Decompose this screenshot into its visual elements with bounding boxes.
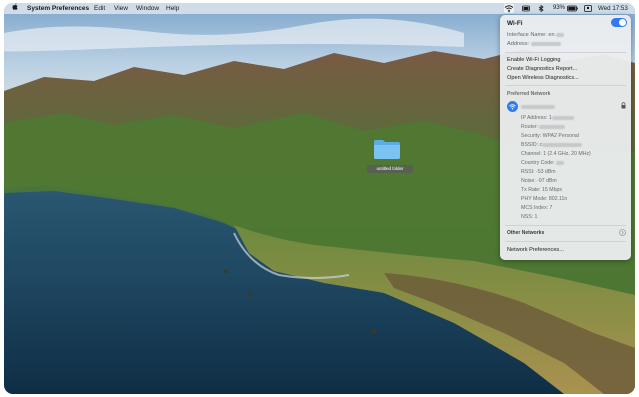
open-wireless-diagnostics[interactable]: Open Wireless Diagnostics... (507, 75, 579, 81)
address: Address: (507, 41, 561, 47)
detail-channel: Channel: 1 (2.4 GHz, 20 MHz) (521, 151, 591, 157)
separator (505, 241, 626, 242)
menu-app-name[interactable]: System Preferences (27, 3, 89, 14)
network-wifi-icon (507, 101, 518, 112)
create-diagnostics-report[interactable]: Create Diagnostics Report... (507, 66, 577, 72)
desktop-screen: System Preferences Edit View Window Help… (4, 3, 635, 394)
bluetooth-icon[interactable] (538, 4, 546, 13)
wifi-dropdown-menu: Wi-Fi Interface Name: en Address: Enable… (500, 15, 631, 260)
detail-text: Country Code: (521, 160, 555, 166)
detail-router: Router: (521, 124, 566, 130)
wifi-status-icon[interactable] (504, 4, 514, 13)
control-strip-icon[interactable] (522, 5, 530, 12)
detail-security: Security: WPA2 Personal (521, 133, 579, 139)
detail-text: BSSID: c (521, 142, 543, 148)
detail-text: Router: (521, 124, 539, 130)
interface-name: Interface Name: en (507, 32, 565, 38)
preferred-network-header: Preferred Network (507, 91, 551, 97)
menu-bar: System Preferences Edit View Window Help… (4, 3, 635, 14)
other-networks[interactable]: Other Networks (507, 230, 544, 236)
battery-icon[interactable] (567, 5, 578, 12)
chevron-right-icon[interactable] (619, 229, 626, 238)
user-switch-icon[interactable] (584, 5, 592, 12)
wifi-toggle-knob (619, 19, 626, 26)
interface-name-label: Interface Name: en (507, 32, 555, 38)
network-preferences[interactable]: Network Preferences... (507, 247, 564, 253)
wifi-toggle[interactable] (611, 18, 627, 27)
separator (505, 85, 626, 86)
detail-rssi: RSSI: -53 dBm (521, 169, 556, 175)
detail-nss: NSS: 1 (521, 214, 538, 220)
menu-help[interactable]: Help (166, 3, 179, 14)
separator (505, 52, 626, 53)
battery-percent: 93% (553, 5, 566, 11)
enable-wifi-logging[interactable]: Enable Wi-Fi Logging (507, 57, 560, 63)
folder-label[interactable]: untitled folder (367, 165, 413, 173)
detail-ip-address: IP Address: 1 (521, 115, 574, 121)
lock-icon (621, 102, 626, 111)
wifi-menu-title: Wi-Fi (507, 20, 523, 27)
menu-window[interactable]: Window (136, 3, 159, 14)
clock[interactable]: Wed 17:53 (598, 3, 628, 14)
detail-noise: Noise: -97 dBm (521, 178, 557, 184)
detail-phy-mode: PHY Mode: 802.11n (521, 196, 568, 202)
folder-icon[interactable] (373, 138, 401, 160)
menu-edit[interactable]: Edit (94, 3, 105, 14)
detail-country-code: Country Code: (521, 160, 564, 166)
preferred-network-name[interactable] (521, 104, 555, 110)
separator (505, 225, 626, 226)
detail-bssid: BSSID: c (521, 142, 583, 148)
apple-logo-icon[interactable] (12, 3, 18, 14)
menu-view[interactable]: View (114, 3, 128, 14)
detail-text: IP Address: 1 (521, 115, 552, 121)
address-label: Address: (507, 41, 530, 47)
detail-tx-rate: Tx Rate: 15 Mbps (521, 187, 562, 193)
detail-mcs-index: MCS Index: 7 (521, 205, 553, 211)
